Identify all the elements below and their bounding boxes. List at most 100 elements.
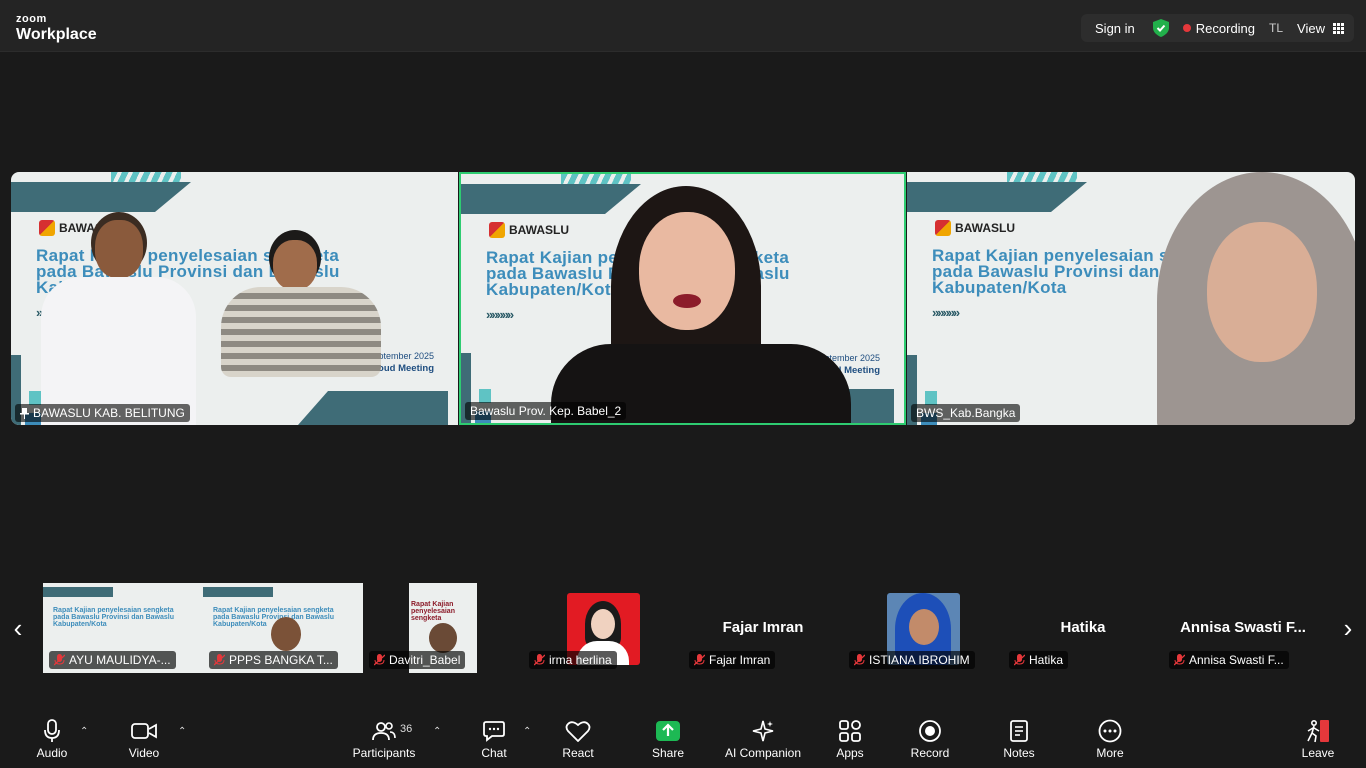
slide-chevrons: »»»»»	[486, 307, 514, 322]
filmstrip-name-tag: Davitri_Babel	[369, 651, 466, 669]
audio-label: Audio	[36, 746, 68, 760]
video-camera-icon	[131, 723, 157, 739]
thumbnail-slide-title: Rapat Kajian penyelesaian sengketa	[411, 601, 477, 622]
bawaslu-logo-icon	[39, 220, 55, 236]
audio-button[interactable]: Audio	[34, 718, 70, 764]
bawaslu-logo-icon	[489, 222, 505, 238]
participant-count: 36	[400, 723, 413, 735]
encryption-shield-icon[interactable]	[1152, 19, 1169, 37]
bawaslu-logo-text: BAWASLU	[509, 223, 569, 237]
participant-video-person	[273, 240, 317, 290]
slide-decoration	[43, 587, 113, 597]
apps-icon	[839, 720, 861, 742]
bawaslu-logo-icon	[935, 220, 951, 236]
filmstrip-name-tag: irma herlina	[529, 651, 617, 669]
more-button[interactable]: More	[1092, 718, 1128, 764]
participant-video-person	[271, 617, 301, 651]
slide-chevrons: »»»»»	[932, 305, 960, 320]
audio-options-caret-icon[interactable]: ⌃	[80, 726, 88, 737]
chevron-right-icon: ›	[1343, 613, 1353, 643]
participant-video-person	[1207, 222, 1317, 362]
notes-icon	[1010, 720, 1028, 742]
filmstrip-tile[interactable]: ISTIANA IBROHIM	[843, 583, 1003, 673]
filmstrip-tile[interactable]: Fajar Imran Fajar Imran	[683, 583, 843, 673]
record-icon	[919, 720, 941, 742]
share-button[interactable]: Share	[650, 718, 686, 764]
record-button[interactable]: Record	[908, 718, 952, 764]
mic-muted-icon	[1174, 654, 1185, 666]
app-logo: zoom Workplace	[16, 14, 97, 43]
participant-display-name: Fajar Imran	[722, 619, 804, 636]
chat-label: Chat	[481, 746, 507, 760]
meeting-toolbar: Audio ⌃ Video ⌃ Participants 36 ⌃ Chat ⌃…	[0, 710, 1366, 768]
chat-button[interactable]: Chat	[476, 718, 512, 764]
more-dots-icon	[1098, 719, 1122, 743]
thumbnail-title-line: Kabupaten/Kota	[53, 621, 107, 628]
participant-name-tag: BAWASLU KAB. BELITUNG	[15, 404, 190, 422]
share-screen-icon	[656, 721, 680, 741]
video-label: Video	[128, 746, 160, 760]
filmstrip-name-tag: ISTIANA IBROHIM	[849, 651, 975, 669]
bawaslu-logo: BAWASLU	[935, 220, 1015, 236]
participant-name: irma herlina	[549, 653, 612, 667]
video-tile-kab-bangka[interactable]: BAWASLU Rapat Kajian penyelesaian sengke…	[907, 172, 1355, 425]
ai-companion-label: AI Companion	[724, 746, 802, 760]
participants-label: Participants	[352, 746, 416, 760]
mic-muted-icon	[54, 654, 65, 666]
video-tile-belitung[interactable]: BAWASLU Rapat Kajian penyelesaian sengke…	[11, 172, 458, 425]
view-button[interactable]: View	[1297, 21, 1344, 36]
participant-video-person	[221, 287, 381, 377]
thumbnail-slide-title: Rapat Kajian penyelesaian sengketa pada B…	[53, 607, 193, 628]
sign-in-button[interactable]: Sign in	[1091, 21, 1139, 36]
participant-video-person	[41, 277, 196, 425]
participant-name: Hatika	[1029, 653, 1064, 667]
leave-button[interactable]: Leave	[1300, 718, 1336, 764]
video-button[interactable]: Video	[126, 718, 162, 764]
view-label: View	[1297, 20, 1325, 36]
participant-display-name: Annisa Swasti F...	[1180, 619, 1306, 636]
filmstrip-tile[interactable]: Rapat Kajian penyelesaian sengketa pada B…	[203, 583, 363, 673]
react-label: React	[562, 746, 594, 760]
filmstrip-name-tag: Hatika	[1009, 651, 1069, 669]
slide-decoration	[11, 182, 191, 212]
notes-button[interactable]: Notes	[1000, 718, 1038, 764]
participant-name: Bawaslu Prov. Kep. Babel_2	[470, 404, 622, 418]
recording-label: Recording	[1195, 20, 1256, 36]
apps-button[interactable]: Apps	[832, 718, 868, 764]
ai-companion-button[interactable]: AI Companion	[722, 718, 804, 764]
bawaslu-logo: BAWASLU	[489, 222, 569, 238]
filmstrip-tile[interactable]: Hatika Hatika	[1003, 583, 1163, 673]
participants-options-caret-icon[interactable]: ⌃	[433, 726, 441, 737]
sparkle-icon	[752, 720, 774, 742]
video-tile-prov-babel[interactable]: BAWASLU Rapat Kajian penyelesaian sengke…	[459, 172, 906, 425]
filmstrip-name-tag: AYU MAULIDYA-...	[49, 651, 176, 669]
recording-dot-icon	[1182, 24, 1191, 32]
chat-options-caret-icon[interactable]: ⌃	[523, 726, 531, 737]
slide-decoration	[461, 184, 641, 214]
filmstrip-name-tag: PPPS BANGKA T...	[209, 651, 338, 669]
participant-video-person	[673, 294, 701, 308]
filmstrip-next-button[interactable]: ›	[1338, 613, 1358, 644]
video-options-caret-icon[interactable]: ⌃	[178, 726, 186, 737]
filmstrip-tile[interactable]: Rapat Kajian penyelesaian sengketa pada B…	[43, 583, 203, 673]
chevron-left-icon: ‹	[13, 613, 23, 643]
filmstrip-tile[interactable]: Annisa Swasti F... Annisa Swasti F...	[1163, 583, 1323, 673]
bawaslu-logo-text: BAWASLU	[955, 221, 1015, 235]
filmstrip-prev-button[interactable]: ‹	[8, 613, 28, 644]
slide-decoration	[561, 174, 631, 184]
brand-large: Workplace	[16, 26, 97, 43]
meeting-status-bar: Sign in Recording TL View	[1081, 14, 1354, 42]
mic-muted-icon	[694, 654, 705, 666]
participant-name: Davitri_Babel	[389, 653, 461, 667]
slide-decoration	[298, 391, 448, 425]
filmstrip-name-tag: Fajar Imran	[689, 651, 776, 669]
recording-indicator[interactable]: Recording	[1182, 20, 1256, 36]
participant-video-person	[429, 623, 457, 653]
user-initials[interactable]: TL	[1269, 21, 1283, 35]
thumbnail-title-line: Rapat Kajian penyelesaian sengketa	[411, 601, 455, 622]
filmstrip-tile[interactable]: irma herlina	[523, 583, 683, 673]
react-button[interactable]: React	[558, 718, 598, 764]
participant-name: AYU MAULIDYA-...	[69, 653, 171, 667]
filmstrip-tile[interactable]: Rapat Kajian penyelesaian sengketa Davit…	[363, 583, 523, 673]
slide-decoration	[111, 172, 181, 182]
